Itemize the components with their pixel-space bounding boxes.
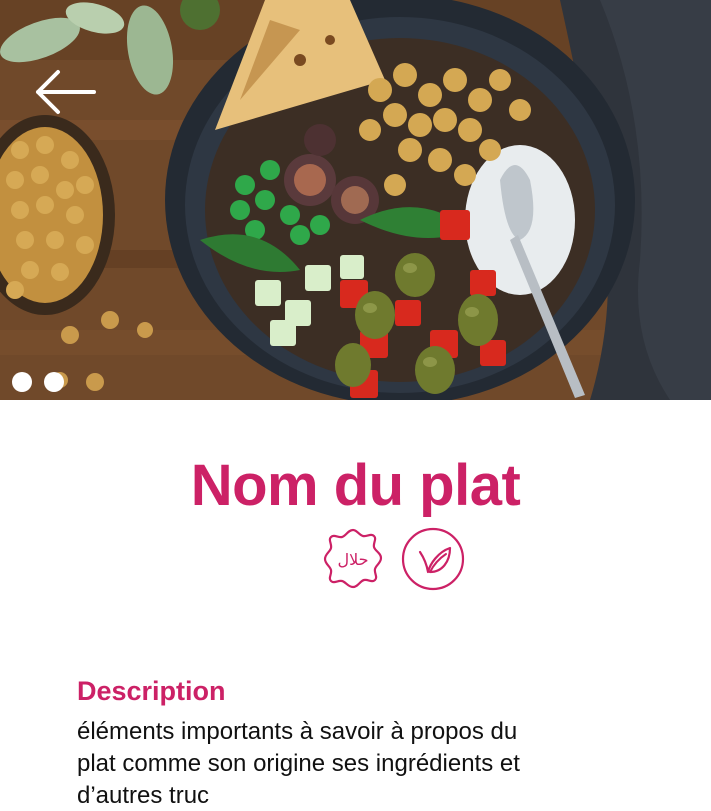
arrow-left-icon <box>36 70 96 114</box>
dish-badges: حلال <box>320 526 466 592</box>
carousel-dot[interactable] <box>44 372 64 392</box>
carousel-dot[interactable] <box>12 372 32 392</box>
halal-text: حلال <box>337 550 368 569</box>
dish-detail-screen: Nom du plat حلال Description éléments im… <box>0 0 711 811</box>
description-text: éléments importants à savoir à propos du… <box>77 718 520 809</box>
carousel-indicator <box>12 372 64 392</box>
food-illustration <box>0 0 711 400</box>
dish-photo <box>0 0 711 400</box>
halal-badge-icon: حلال <box>323 528 383 589</box>
vegetarian-leaf-icon <box>401 527 465 591</box>
description-heading: Description <box>77 676 226 706</box>
back-button[interactable] <box>30 64 100 120</box>
dish-title: Nom du plat <box>190 453 521 518</box>
